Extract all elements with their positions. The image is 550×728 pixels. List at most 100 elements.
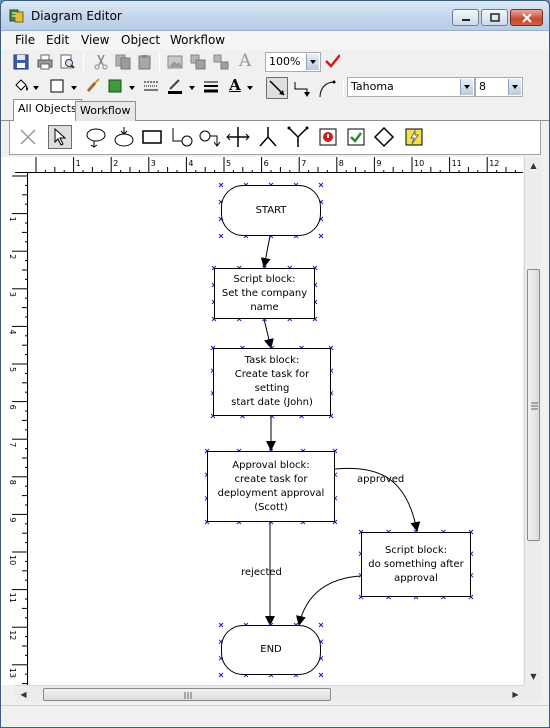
vertical-scrollbar[interactable]: ▲ ▼: [524, 157, 541, 685]
brush-icon[interactable]: [85, 78, 101, 94]
orthogonal-connector-icon[interactable]: [293, 79, 313, 99]
chevron-down-icon[interactable]: [306, 54, 319, 70]
ruler-label: 8: [339, 159, 344, 168]
pointer-icon[interactable]: [48, 125, 72, 149]
minimize-icon: [461, 18, 470, 21]
insert-image-icon[interactable]: [167, 54, 183, 70]
ruler-label: 11: [452, 159, 462, 168]
node-script-set-company[interactable]: Script block: Set the company name: [214, 268, 315, 319]
connection-point: [318, 622, 324, 628]
save-icon[interactable]: [13, 54, 29, 70]
chevron-down-icon[interactable]: [460, 79, 473, 95]
line-color-icon[interactable]: [167, 78, 183, 94]
copy-icon[interactable]: [115, 54, 131, 70]
scroll-down-icon[interactable]: ▼: [525, 668, 542, 685]
callout-icon[interactable]: [84, 125, 108, 149]
delete-icon[interactable]: [16, 125, 40, 149]
connection-point: [318, 672, 324, 678]
curved-connector-icon[interactable]: [317, 79, 337, 99]
vertical-scroll-thumb[interactable]: [527, 269, 540, 541]
horizontal-scroll-thumb[interactable]: [43, 688, 331, 701]
menu-bar: File Edit View Object Workflow: [1, 31, 549, 50]
join-icon[interactable]: [256, 125, 280, 149]
node-script-after-approval[interactable]: Script block: do something after approva…: [361, 532, 471, 597]
ruler-label: 5: [226, 159, 231, 168]
ruler-label: 2: [113, 159, 118, 168]
connection-point: [218, 233, 224, 239]
merge-icon[interactable]: [286, 125, 310, 149]
font-size-value: 8: [479, 80, 486, 93]
ruler-label: 8: [8, 480, 17, 485]
connector-start-icon[interactable]: [170, 125, 194, 149]
scroll-right-icon[interactable]: ▶: [507, 686, 524, 703]
print-preview-icon[interactable]: [59, 54, 75, 70]
print-icon[interactable]: [37, 54, 53, 70]
scroll-up-icon[interactable]: ▲: [525, 157, 542, 174]
decision-icon[interactable]: [372, 125, 396, 149]
ruler-label: 5: [8, 367, 17, 372]
paste-icon[interactable]: [137, 54, 153, 70]
edge-script1-task[interactable]: [263, 318, 274, 349]
scroll-left-icon[interactable]: ◀: [15, 686, 32, 703]
chevron-down-icon[interactable]: [71, 86, 78, 90]
zoom-value: 100%: [269, 55, 301, 68]
ruler-label: 9: [8, 517, 17, 522]
minimize-button[interactable]: [452, 9, 479, 26]
font-family-combo[interactable]: Tahoma: [347, 77, 475, 97]
font-size-combo[interactable]: 8: [475, 77, 523, 97]
alert-icon[interactable]: [316, 125, 340, 149]
node-task-start-date[interactable]: Task block: Create task for setting star…: [213, 348, 331, 416]
group-icon[interactable]: [190, 54, 206, 70]
tab-workflow[interactable]: Workflow: [75, 101, 136, 121]
chevron-down-icon[interactable]: [189, 86, 196, 90]
node-approval-deployment[interactable]: Approval block: create task for deployme…: [207, 451, 335, 522]
line-style-icon[interactable]: [143, 78, 159, 94]
zoom-combo[interactable]: 100%: [265, 52, 321, 72]
ruler-label: 9: [376, 159, 381, 168]
connection-point: [218, 622, 224, 628]
shape-color-icon[interactable]: [107, 78, 123, 94]
menu-edit[interactable]: Edit: [46, 33, 69, 47]
menu-view[interactable]: View: [81, 33, 109, 47]
title-bar[interactable]: Diagram Editor: [1, 1, 549, 31]
cut-icon[interactable]: [93, 54, 109, 70]
menu-file[interactable]: File: [15, 33, 35, 47]
chevron-down-icon[interactable]: [33, 86, 40, 90]
object-palette: [9, 121, 541, 155]
script-icon[interactable]: [402, 125, 426, 149]
connector-end-icon[interactable]: [198, 125, 222, 149]
menu-object[interactable]: Object: [121, 33, 160, 47]
approve-icon[interactable]: [344, 125, 368, 149]
chevron-down-icon[interactable]: [247, 86, 254, 90]
chevron-down-icon[interactable]: [129, 86, 136, 90]
font-color-icon[interactable]: A: [227, 76, 243, 94]
chevron-down-icon[interactable]: [508, 79, 521, 95]
maximize-button[interactable]: [481, 9, 508, 26]
ungroup-icon[interactable]: [213, 54, 229, 70]
fill-bucket-icon[interactable]: [13, 78, 29, 94]
close-button[interactable]: [510, 9, 543, 26]
edge-script2-end[interactable]: [296, 575, 362, 626]
fill-color-icon[interactable]: [49, 78, 65, 94]
line-width-icon[interactable]: [203, 78, 219, 94]
checkmark-icon[interactable]: [324, 53, 340, 69]
connection-point: [218, 672, 224, 678]
diagram-canvas[interactable]: START Script block: Set the company name…: [29, 173, 523, 685]
text-style-icon[interactable]: A: [237, 51, 253, 71]
maximize-icon: [489, 13, 500, 22]
horizontal-scrollbar[interactable]: ◀ ▶: [15, 685, 524, 702]
menu-workflow[interactable]: Workflow: [170, 33, 225, 47]
node-end[interactable]: END: [221, 625, 321, 675]
tab-all-objects[interactable]: All Objects: [13, 99, 82, 121]
connection-point: [218, 182, 224, 188]
state-icon[interactable]: [112, 125, 136, 149]
ruler-label: 2: [8, 254, 17, 259]
edge-start-script1[interactable]: [260, 235, 271, 268]
ruler-label: 7: [8, 442, 17, 447]
straight-connector-icon[interactable]: [266, 77, 288, 99]
ruler-label: 6: [264, 159, 269, 168]
fork-icon[interactable]: [226, 125, 250, 149]
ruler-label: 12: [489, 159, 499, 168]
node-start[interactable]: START: [221, 185, 321, 236]
rectangle-icon[interactable]: [140, 125, 164, 149]
